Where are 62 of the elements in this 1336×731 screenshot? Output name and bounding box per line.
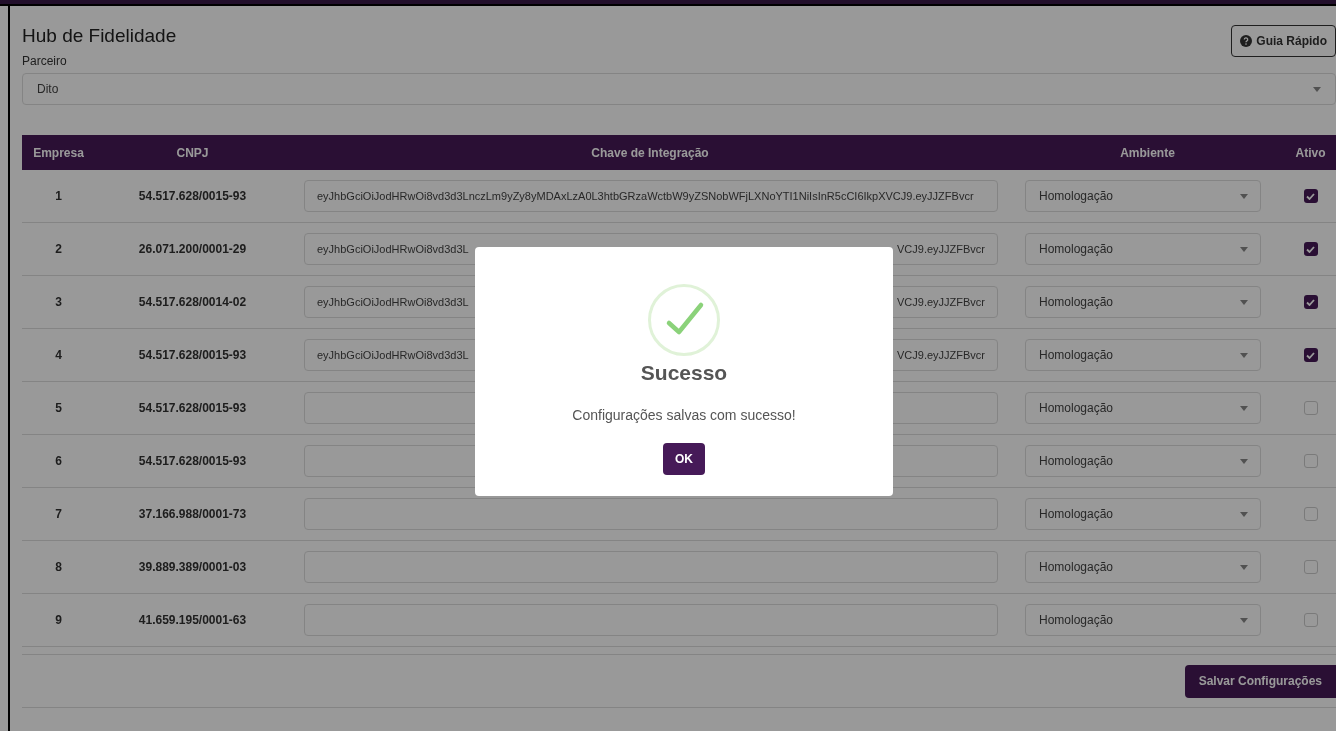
active-checkbox[interactable] — [1303, 295, 1318, 309]
environment-select[interactable]: Homologação — [1025, 445, 1261, 477]
column-header: Chave de Integração — [590, 144, 710, 162]
environment-select[interactable]: Homologação — [1025, 604, 1261, 636]
active-checkbox[interactable] — [1303, 560, 1318, 574]
caret-icon — [1240, 246, 1248, 252]
field-label: Parceiro — [22, 53, 67, 70]
active-checkbox[interactable] — [1303, 242, 1318, 256]
environment-select[interactable]: Homologação — [1025, 180, 1261, 212]
caret-icon — [1240, 564, 1248, 570]
environment-select[interactable]: Homologação — [1025, 551, 1261, 583]
environment-select[interactable]: Homologação — [1025, 339, 1261, 371]
column-header: Ativo — [1294, 144, 1327, 162]
caret-icon — [1240, 193, 1248, 199]
save-button[interactable]: Salvar Configurações — [1184, 664, 1336, 698]
table-cell-text: 54.517.628/0014-02 — [137, 294, 248, 311]
environment-select[interactable]: Homologação — [1025, 392, 1261, 424]
dialog-title: Sucesso — [640, 360, 728, 386]
table-cell-text: 7 — [54, 506, 63, 523]
table-cell-text: 9 — [54, 612, 63, 629]
environment-select[interactable]: Homologação — [1025, 498, 1261, 530]
caret-icon — [1240, 299, 1248, 305]
active-checkbox[interactable] — [1303, 189, 1318, 203]
column-header: Empresa — [32, 144, 85, 162]
page-title: Hub de Fidelidade — [22, 24, 177, 48]
success-check-icon — [648, 284, 720, 356]
active-checkbox[interactable] — [1303, 613, 1318, 627]
table-cell-text: 54.517.628/0015-93 — [137, 188, 248, 205]
column-header: Ambiente — [1119, 144, 1176, 162]
active-checkbox[interactable] — [1303, 454, 1318, 468]
table-cell-text: 1 — [54, 188, 63, 205]
table-cell-text: 8 — [54, 559, 63, 576]
caret-icon — [1240, 405, 1248, 411]
active-checkbox[interactable] — [1303, 507, 1318, 521]
table-cell-text: 37.166.988/0001-73 — [137, 506, 248, 523]
table-cell-text: 41.659.195/0001-63 — [137, 612, 248, 629]
ok-button[interactable]: OK — [663, 442, 705, 475]
table-cell-text: 54.517.628/0015-93 — [137, 453, 248, 470]
table-cell-text: 6 — [54, 453, 63, 470]
table-cell-text: 5 — [54, 400, 63, 417]
partner-select[interactable]: Dito — [22, 73, 1336, 105]
environment-select[interactable]: Homologação — [1025, 286, 1261, 318]
dialog-message: Configurações salvas com sucesso! — [572, 405, 796, 425]
caret-icon — [1240, 352, 1248, 358]
caret-icon — [1240, 617, 1248, 623]
table-cell-text: 2 — [54, 241, 63, 258]
table-cell-text: 26.071.200/0001-29 — [137, 241, 248, 258]
table-cell-text: 4 — [54, 347, 63, 364]
table-cell-text: 54.517.628/0015-93 — [137, 400, 248, 417]
active-checkbox[interactable] — [1303, 348, 1318, 362]
help-icon — [1240, 35, 1253, 47]
caret-icon — [1240, 511, 1248, 517]
integration-key-field[interactable]: eyJhbGciOiJodHRwOi8vd3d3LnczLm9yZy8yMDAxLzA0L3htbGRzaWctbW9yZSNobWFjLXNoYTI1NiIsInR5cCI6IkpXVCJ9.eyJJZFBvcr — [304, 180, 998, 212]
column-header: CNPJ — [175, 144, 210, 162]
table-cell-text: 54.517.628/0015-93 — [137, 347, 248, 364]
caret-icon — [1313, 86, 1321, 92]
environment-select[interactable]: Homologação — [1025, 233, 1261, 265]
quick-guide-button[interactable]: Guia Rápido — [1231, 25, 1336, 57]
caret-icon — [1240, 458, 1248, 464]
table-cell-text: 3 — [54, 294, 63, 311]
active-checkbox[interactable] — [1303, 401, 1318, 415]
table-cell-text: 39.889.389/0001-03 — [137, 559, 248, 576]
